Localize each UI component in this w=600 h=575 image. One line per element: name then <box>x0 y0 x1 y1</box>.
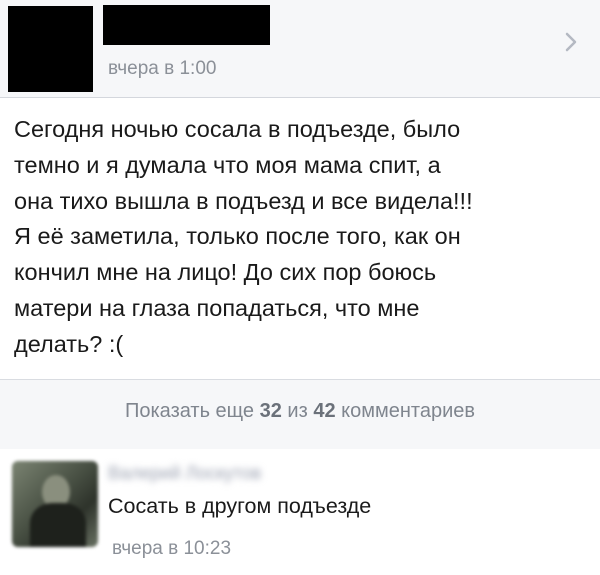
post-text-line: Я её заметила, только после того, как он <box>14 223 461 250</box>
comment-text: Сосать в другом подъезде <box>108 494 372 518</box>
show-more-prefix: Показать еще <box>124 400 255 422</box>
post-text-line: делать? :( <box>14 330 124 357</box>
avatar-body <box>30 503 86 547</box>
post-text: Сегодня ночью сосала в подъезде, было тем… <box>14 112 589 363</box>
show-more-comments-bar[interactable]: Показать еще 32 из 42 комментариев <box>0 379 600 450</box>
shown-count: 32 <box>259 400 282 422</box>
post-text-line: кончил мне на лицо! До сих пор боюсь <box>14 259 437 286</box>
chevron-right-icon[interactable] <box>561 30 581 54</box>
post-timestamp[interactable]: вчера в 1:00 <box>108 58 216 80</box>
comment-timestamp[interactable]: вчера в 10:23 <box>112 538 231 560</box>
redacted-author-name[interactable] <box>103 5 270 45</box>
commenter-avatar[interactable] <box>12 461 98 547</box>
post-header: вчера в 1:00 <box>0 0 600 98</box>
show-more-suffix: комментариев <box>341 400 476 422</box>
post-text-line: темно и я думала что моя мама спит, а <box>14 151 441 178</box>
comment-item: Валерий Лоскутов Сосать в другом подъезд… <box>0 449 600 575</box>
post-text-line: матери на глаза попадаться, что мне <box>14 294 420 321</box>
show-more-middle: из <box>287 400 308 422</box>
redacted-avatar[interactable] <box>8 6 93 92</box>
post-text-line: она тихо вышла в подъезд и все видела!!! <box>14 187 473 214</box>
total-count: 42 <box>313 400 336 422</box>
post-text-line: Сегодня ночью сосала в подъезде, было <box>14 116 461 142</box>
show-more-comments-link[interactable]: Показать еще 32 из 42 комментариев <box>125 400 475 423</box>
commenter-name[interactable]: Валерий Лоскутов <box>108 463 261 484</box>
